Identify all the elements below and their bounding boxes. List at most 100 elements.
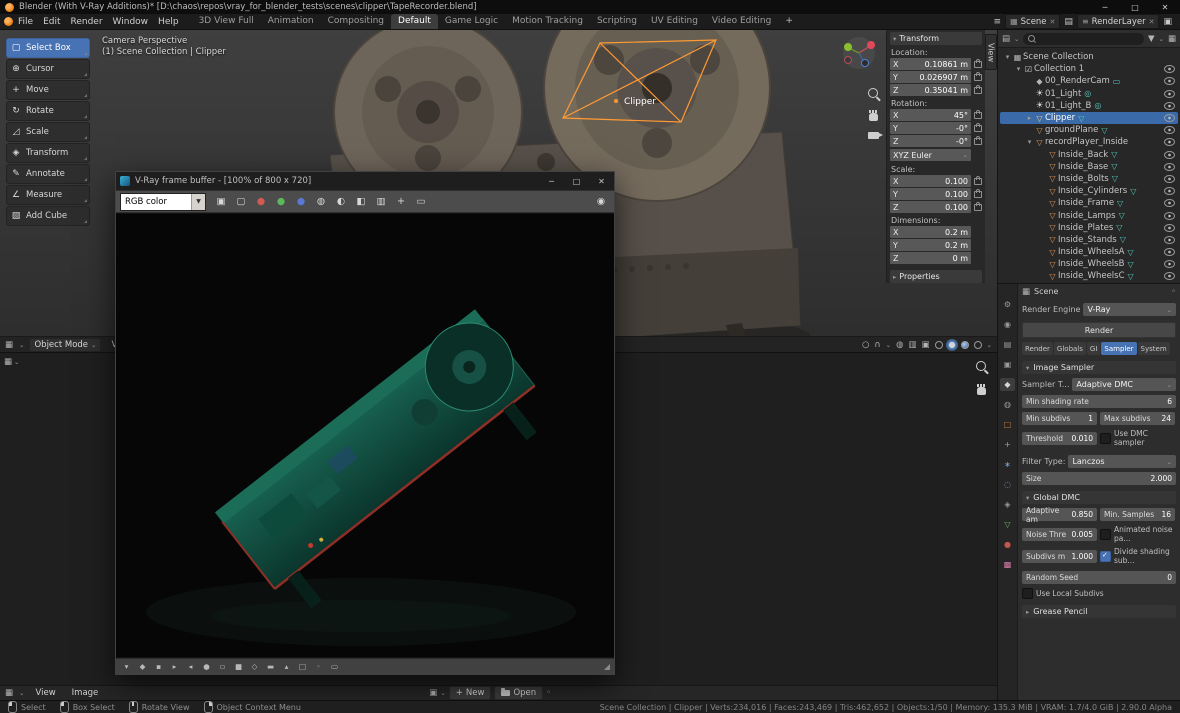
zoom-icon[interactable] (868, 88, 878, 98)
tool-button[interactable]: ✎ Annotate (6, 164, 90, 184)
vfb-footer-icon[interactable]: ▪ (152, 661, 165, 673)
visibility-eye-icon[interactable] (1164, 102, 1175, 110)
lock-icon[interactable] (974, 191, 982, 198)
image-editor-corner-icon[interactable]: ▦ (4, 357, 12, 367)
properties-tab-icon[interactable]: ◍ (1000, 398, 1015, 411)
tool-button[interactable]: ▧ Add Cube (6, 206, 90, 226)
vfb-titlebar[interactable]: V-Ray frame buffer - [100% of 800 x 720]… (116, 172, 614, 190)
outliner-row[interactable]: groundPlane ▽ (1000, 124, 1178, 136)
filter-type-dropdown[interactable]: Lanczos ⌄ (1068, 455, 1176, 468)
tool-button[interactable]: ∠ Measure (6, 185, 90, 205)
outliner-row[interactable]: Inside_Bolts ▽ (1000, 173, 1178, 185)
tool-button[interactable]: + Move (6, 80, 90, 100)
workspace-tab[interactable]: 3D View Full (192, 14, 261, 29)
menu-item[interactable]: Help (153, 17, 184, 27)
outliner-row[interactable]: Inside_Base ▽ (1000, 161, 1178, 173)
max-subdivs-field[interactable]: Max subdivs 24 (1100, 412, 1175, 425)
sidebar-tab-view[interactable]: View (985, 34, 997, 70)
vfb-footer-icon[interactable]: ■ (232, 661, 245, 673)
visibility-eye-icon[interactable] (1164, 260, 1175, 268)
navigation-gizmo[interactable] (842, 36, 876, 70)
image-sampler-section-header[interactable]: ▾ Image Sampler (1022, 361, 1176, 374)
vfb-toolbar-icon[interactable]: ◉ (592, 194, 610, 210)
settings-tab[interactable]: GI (1087, 342, 1101, 355)
properties-tab-icon[interactable]: ● (1000, 538, 1015, 551)
image-editor-image-menu[interactable]: Image (67, 688, 104, 698)
vfb-render-canvas[interactable] (116, 214, 614, 657)
location-field[interactable]: Z 0.35041 m (890, 84, 971, 96)
outliner-search[interactable] (1023, 33, 1143, 45)
browse-scene-icon[interactable]: ≡ (994, 17, 1002, 27)
visibility-eye-icon[interactable] (1164, 65, 1175, 73)
threshold-field[interactable]: Threshold 0.010 (1022, 432, 1097, 445)
animated-noise-checkbox[interactable]: Animated noise pa... (1100, 525, 1176, 543)
menu-item[interactable]: File (13, 17, 38, 27)
vfb-footer-icon[interactable]: ◂ (184, 661, 197, 673)
settings-tab[interactable]: Globals (1054, 342, 1086, 355)
vfb-toolbar-icon[interactable]: + (392, 194, 410, 210)
properties-tab-icon[interactable]: ▩ (1000, 558, 1015, 571)
properties-tab-icon[interactable]: ⚙ (1000, 298, 1015, 311)
visibility-eye-icon[interactable] (1164, 138, 1175, 146)
blender-menu-icon[interactable] (4, 17, 13, 26)
camera-view-icon[interactable] (868, 132, 879, 139)
expand-arrow-icon[interactable]: ▸ (1025, 114, 1034, 122)
vfb-toolbar-icon[interactable]: ▥ (372, 194, 390, 210)
location-field[interactable]: Y 0.026907 m (890, 71, 971, 83)
editor-type-icon[interactable]: ▦ (5, 688, 13, 698)
proportional-edit-icon[interactable]: ○ (862, 340, 869, 350)
expand-arrow-icon[interactable]: ▾ (1003, 53, 1012, 61)
vfb-footer-icon[interactable]: ◆ (136, 661, 149, 673)
new-image-button[interactable]: + New (449, 686, 492, 700)
unlink-scene-icon[interactable]: ✕ (1050, 18, 1056, 26)
visibility-eye-icon[interactable] (1164, 187, 1175, 195)
vfb-footer-icon[interactable]: ▾ (120, 661, 133, 673)
vfb-footer-icon[interactable]: ▭ (328, 661, 341, 673)
shading-material-icon[interactable] (961, 341, 969, 349)
properties-tab-icon[interactable]: ◈ (1000, 498, 1015, 511)
visibility-eye-icon[interactable] (1164, 199, 1175, 207)
outliner-row[interactable]: Inside_Frame ▽ (1000, 197, 1178, 209)
visibility-eye-icon[interactable] (1164, 272, 1175, 280)
settings-tab[interactable]: Sampler (1101, 342, 1136, 355)
outliner-row[interactable]: Inside_WheelsB ▽ (1000, 258, 1178, 270)
menu-item[interactable]: Edit (38, 17, 65, 27)
outliner-row[interactable]: ▸ Clipper ▽ (1000, 112, 1178, 124)
properties-tab-icon[interactable]: ◌ (1000, 478, 1015, 491)
vfb-footer-icon[interactable]: ▸ (168, 661, 181, 673)
tool-button[interactable]: ↻ Rotate (6, 101, 90, 121)
pin-icon[interactable]: ◦ (546, 688, 551, 698)
outliner-row[interactable]: ▾ recordPlayer_Inside (1000, 136, 1178, 148)
new-collection-icon[interactable]: ▦ (1168, 34, 1176, 44)
vfb-toolbar-icon[interactable]: ● (252, 194, 270, 210)
visibility-eye-icon[interactable] (1164, 163, 1175, 171)
outliner-row[interactable]: 00_RenderCam ▭ (1000, 75, 1178, 87)
outliner-row[interactable]: 01_Light_B ◎ (1000, 100, 1178, 112)
dimensions-field[interactable]: X 0.2 m (890, 226, 971, 238)
noise-threshold-field[interactable]: Noise Thre 0.005 (1022, 528, 1097, 541)
tool-button[interactable]: ◿ Scale (6, 122, 90, 142)
visibility-eye-icon[interactable] (1164, 126, 1175, 134)
scene-selector[interactable]: ▦ Scene ✕ (1005, 14, 1060, 29)
vfb-footer-icon[interactable]: ▴ (280, 661, 293, 673)
vfb-toolbar-icon[interactable]: ● (292, 194, 310, 210)
min-shading-rate-field[interactable]: Min shading rate 6 (1022, 395, 1176, 408)
lock-icon[interactable] (974, 87, 982, 94)
expand-arrow-icon[interactable]: ▾ (1014, 65, 1023, 73)
scale-field[interactable]: X 0.100 (890, 175, 971, 187)
unlink-layer-icon[interactable]: ✕ (1149, 18, 1155, 26)
vfb-footer-icon[interactable]: ◦ (312, 661, 325, 673)
properties-panel-header[interactable]: ▸ Properties (890, 270, 982, 283)
render-button[interactable]: Render (1022, 322, 1176, 338)
minimize-button[interactable]: ─ (1090, 0, 1120, 14)
properties-tab-icon[interactable]: ∗ (1000, 458, 1015, 471)
lock-icon[interactable] (974, 125, 982, 132)
visibility-eye-icon[interactable] (1164, 236, 1175, 244)
vfb-footer-icon[interactable]: ◇ (248, 661, 261, 673)
overlays-icon[interactable]: ◍ (896, 340, 903, 350)
transform-panel-header[interactable]: ▾ Transform (890, 32, 982, 45)
random-seed-field[interactable]: Random Seed 0 (1022, 571, 1176, 584)
min-samples-field[interactable]: Min. Samples 16 (1100, 508, 1175, 521)
sampler-type-dropdown[interactable]: Adaptive DMC ⌄ (1072, 378, 1176, 391)
vfb-toolbar-icon[interactable]: ▣ (212, 194, 230, 210)
